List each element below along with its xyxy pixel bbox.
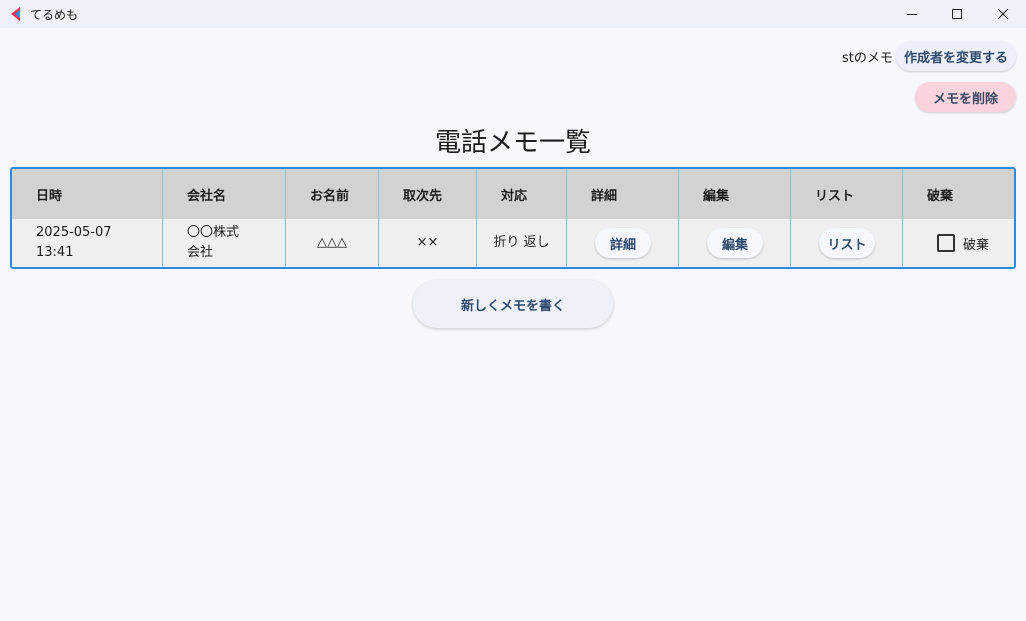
discard-label: 破棄 bbox=[963, 238, 990, 253]
maximize-button[interactable] bbox=[934, 0, 980, 28]
cell-name: △△△ bbox=[285, 219, 378, 267]
cell-list: リスト bbox=[790, 219, 902, 267]
close-button[interactable] bbox=[980, 0, 1026, 28]
maximize-icon bbox=[952, 9, 962, 19]
column-header-datetime: 日時 bbox=[36, 188, 63, 204]
title-bar: てるめも bbox=[0, 0, 1026, 28]
column-header-response: 対応 bbox=[476, 169, 566, 219]
column-header-discard: 破棄 bbox=[902, 169, 1014, 219]
column-header-recipient: 取次先 bbox=[378, 169, 476, 219]
table-row: 2025-05-07 13:41 〇〇株式 会社 △△△ ×× 折り 返し 詳細… bbox=[12, 219, 1014, 267]
column-header-company: 会社名 bbox=[162, 169, 285, 219]
table-header-row: 日時 会社名 お名前 取次先 対応 詳細 編集 リスト 破棄 bbox=[12, 169, 1014, 219]
minimize-icon bbox=[907, 14, 917, 15]
cell-response: 折り 返し bbox=[476, 219, 566, 267]
column-header-list: リスト bbox=[790, 169, 902, 219]
cell-edit: 編集 bbox=[678, 219, 790, 267]
delete-memo-button[interactable]: メモを削除 bbox=[915, 82, 1016, 112]
column-header-details: 詳細 bbox=[566, 169, 678, 219]
app-logo-icon bbox=[11, 7, 20, 21]
minimize-button[interactable] bbox=[889, 0, 935, 28]
column-header-name: お名前 bbox=[285, 169, 378, 219]
cell-company: 〇〇株式 会社 bbox=[162, 219, 285, 267]
cell-details: 詳細 bbox=[566, 219, 678, 267]
cell-discard: 破棄 bbox=[902, 219, 1014, 267]
close-icon bbox=[997, 8, 1009, 20]
details-button[interactable]: 詳細 bbox=[595, 228, 651, 258]
memo-table: 日時 会社名 お名前 取次先 対応 詳細 編集 リスト 破棄 2025-05-0… bbox=[10, 167, 1016, 269]
change-author-button[interactable]: 作成者を変更する bbox=[896, 41, 1016, 71]
discard-checkbox[interactable] bbox=[937, 234, 955, 252]
new-memo-button[interactable]: 新しくメモを書く bbox=[413, 280, 613, 328]
window-title: てるめも bbox=[30, 8, 79, 22]
cell-datetime: 2025-05-07 13:41 bbox=[36, 225, 112, 260]
column-header-edit: 編集 bbox=[678, 169, 790, 219]
author-label: stのメモ bbox=[842, 51, 893, 66]
list-button[interactable]: リスト bbox=[819, 228, 875, 258]
page-title: 電話メモ一覧 bbox=[434, 128, 591, 158]
cell-recipient: ×× bbox=[378, 219, 476, 267]
edit-button[interactable]: 編集 bbox=[707, 228, 763, 258]
